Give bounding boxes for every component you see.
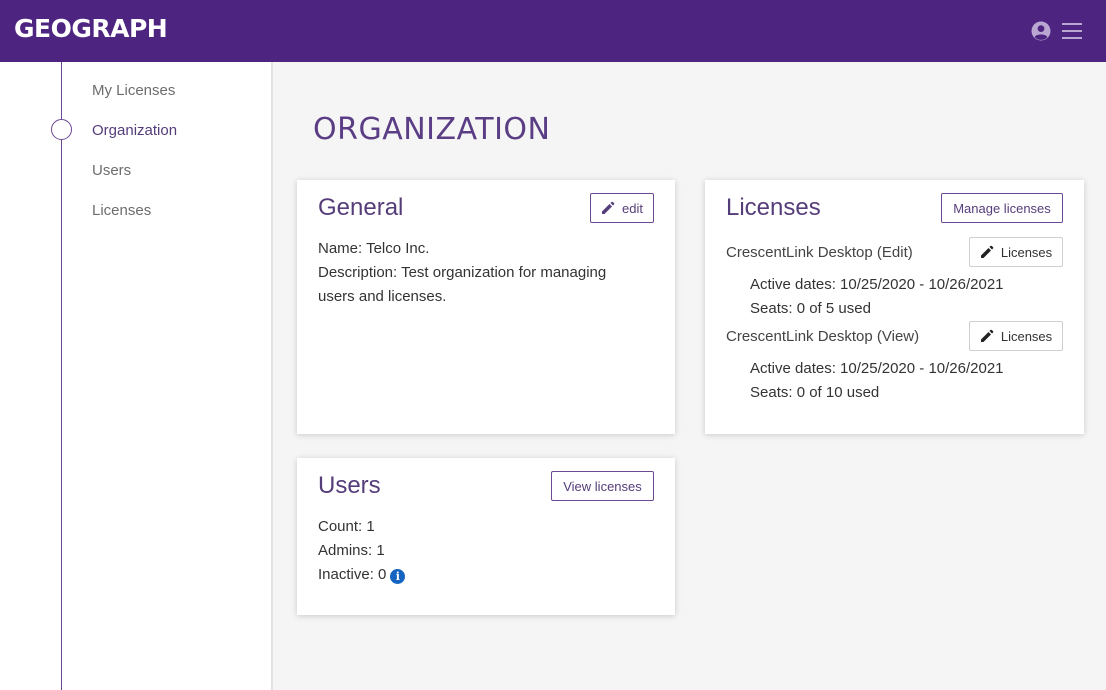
users-card-title: Users xyxy=(318,472,381,499)
sidebar-item-users[interactable]: Users xyxy=(92,162,131,179)
user-circle-icon[interactable] xyxy=(1031,21,1051,41)
main-content: ORGANIZATION General edit Name: Telco In… xyxy=(275,62,1106,690)
license-seats: Seats: 0 of 10 used xyxy=(750,384,880,401)
general-card: General edit Name: Telco Inc. Descriptio… xyxy=(297,180,675,434)
licenses-card-title: Licenses xyxy=(726,194,821,221)
org-description-line1: Description: Test organization for manag… xyxy=(318,264,607,281)
org-name: Name: Telco Inc. xyxy=(318,240,430,257)
pencil-icon xyxy=(980,245,994,258)
sidebar-item-my-licenses[interactable]: My Licenses xyxy=(92,82,175,99)
info-icon[interactable]: i xyxy=(390,569,406,584)
licenses-card: Licenses Manage licenses CrescentLink De… xyxy=(705,180,1084,434)
general-card-title: General xyxy=(318,194,404,221)
license-seats: Seats: 0 of 5 used xyxy=(750,300,871,317)
sidebar-timeline-line xyxy=(61,62,62,690)
edit-general-button[interactable]: edit xyxy=(590,193,654,223)
org-description-line2: users and licenses. xyxy=(318,288,447,305)
edit-button-label: edit xyxy=(622,200,643,216)
hamburger-menu-icon[interactable] xyxy=(1061,21,1083,41)
users-card: Users View licenses Count: 1 Admins: 1 I… xyxy=(297,458,675,615)
top-bar: GEOGRAPH xyxy=(0,0,1106,62)
inactive-count: Inactive: 0 xyxy=(318,566,387,583)
license-edit-licenses-button[interactable]: Licenses xyxy=(969,237,1063,267)
licenses-button-label: Licenses xyxy=(1000,328,1053,344)
sidebar: My Licenses Organization Users Licenses xyxy=(0,62,273,690)
admin-count: Admins: 1 xyxy=(318,542,385,559)
sidebar-item-organization[interactable]: Organization xyxy=(92,122,177,139)
user-count: Count: 1 xyxy=(318,518,375,535)
pencil-icon xyxy=(980,329,994,342)
page-title: ORGANIZATION xyxy=(313,112,551,147)
view-licenses-button[interactable]: View licenses xyxy=(551,471,654,501)
app-logo[interactable]: GEOGRAPH xyxy=(14,14,168,43)
pencil-icon xyxy=(602,201,615,214)
license-active-dates: Active dates: 10/25/2020 - 10/26/2021 xyxy=(750,276,1004,293)
active-nav-marker xyxy=(51,119,72,140)
inactive-count-row: Inactive: 0i xyxy=(318,566,406,584)
licenses-button-label: Licenses xyxy=(1000,244,1053,260)
license-name: CrescentLink Desktop (Edit) xyxy=(726,244,913,261)
manage-licenses-button[interactable]: Manage licenses xyxy=(941,193,1063,223)
sidebar-item-licenses[interactable]: Licenses xyxy=(92,202,151,219)
license-view-licenses-button[interactable]: Licenses xyxy=(969,321,1063,351)
license-active-dates: Active dates: 10/25/2020 - 10/26/2021 xyxy=(750,360,1004,377)
license-name: CrescentLink Desktop (View) xyxy=(726,328,920,345)
